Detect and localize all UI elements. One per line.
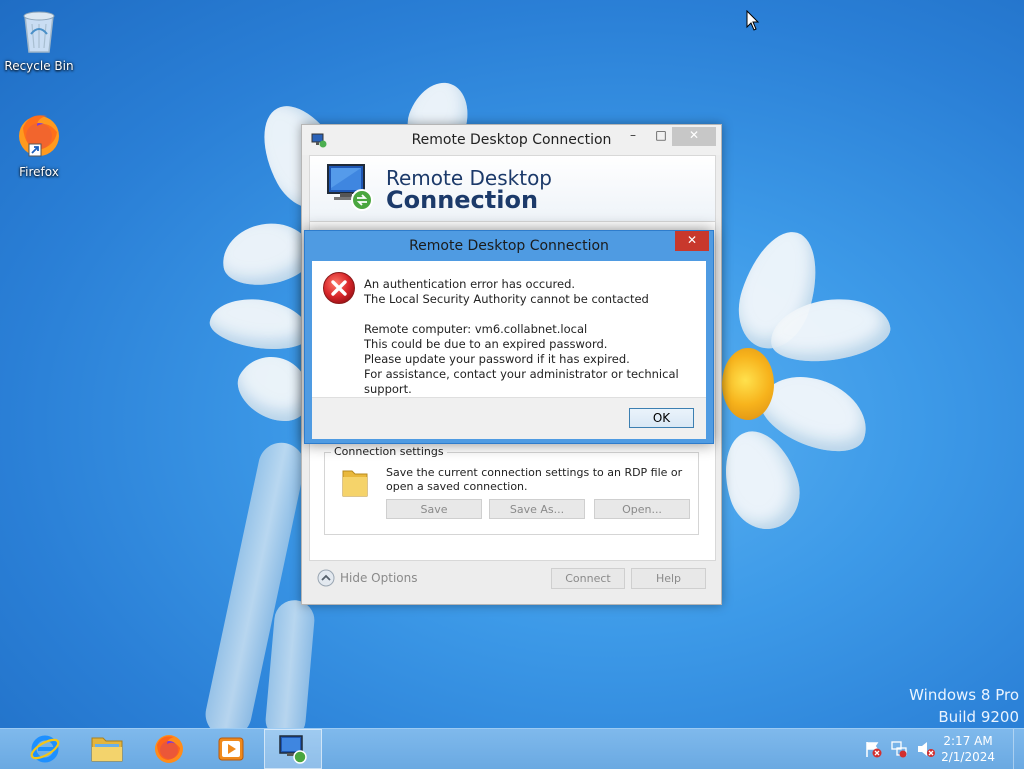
show-desktop-button[interactable] <box>1013 729 1024 769</box>
error-dialog-title: Remote Desktop Connection <box>409 238 609 254</box>
remote-desktop-logo-icon <box>327 164 373 211</box>
system-tray <box>864 729 936 769</box>
taskbar-clock[interactable]: 2:17 AM 2/1/2024 <box>941 733 995 765</box>
mouse-cursor-icon <box>746 10 760 31</box>
desktop-icon-recycle-bin[interactable]: Recycle Bin <box>0 6 78 73</box>
taskbar-media-player[interactable] <box>202 729 260 769</box>
error-line: An authentication error has occured. <box>364 277 576 291</box>
error-message: An authentication error has occured. The… <box>364 277 704 397</box>
save-as-button[interactable]: Save As... <box>489 499 585 519</box>
internet-explorer-icon <box>30 735 60 763</box>
error-icon <box>323 272 355 304</box>
error-line: The Local Security Authority cannot be c… <box>364 292 649 306</box>
error-dialog-body: An authentication error has occured. The… <box>312 261 706 439</box>
recycle-bin-icon <box>23 11 55 53</box>
taskbar-file-explorer[interactable] <box>78 729 136 769</box>
connect-button[interactable]: Connect <box>551 568 625 589</box>
rdc-banner-line2: Connection <box>386 186 539 214</box>
rdc-banner: Remote Desktop Connection <box>309 155 716 222</box>
close-button[interactable]: ✕ <box>672 127 716 146</box>
help-button[interactable]: Help <box>631 568 706 589</box>
taskbar-firefox[interactable] <box>140 729 198 769</box>
action-center-icon[interactable] <box>864 740 882 758</box>
rdc-bottom-row: Hide Options Connect Help <box>302 561 721 601</box>
taskbar-internet-explorer[interactable] <box>16 729 74 769</box>
folder-icon <box>91 737 123 762</box>
windows-watermark: Windows 8 Pro Build 9200 <box>909 684 1019 728</box>
maximize-button[interactable]: □ <box>648 127 674 146</box>
error-line <box>364 307 704 322</box>
volume-muted-icon[interactable] <box>916 740 936 758</box>
error-line: This could be due to an expired password… <box>364 337 608 351</box>
desktop-icon-label: Recycle Bin <box>4 59 74 73</box>
watermark-build: Build 9200 <box>938 708 1019 726</box>
connection-settings-description: Save the current connection settings to … <box>386 466 683 493</box>
minimize-button[interactable]: – <box>620 127 646 146</box>
error-dialog-footer: OK <box>312 397 706 439</box>
error-close-button[interactable]: ✕ <box>675 231 709 251</box>
chevron-up-icon[interactable] <box>317 569 335 587</box>
firefox-icon <box>19 115 59 157</box>
hide-options-link[interactable]: Hide Options <box>340 571 417 585</box>
error-line: For assistance, contact your administrat… <box>364 367 679 396</box>
firefox-icon <box>155 735 183 763</box>
media-player-icon <box>218 737 244 761</box>
error-line: Remote computer: vm6.collabnet.local <box>364 322 588 336</box>
connection-settings-legend: Connection settings <box>331 445 447 458</box>
rdc-main-titlebar[interactable]: Remote Desktop Connection – □ ✕ <box>302 125 721 155</box>
save-button[interactable]: Save <box>386 499 482 519</box>
error-dialog-titlebar[interactable]: Remote Desktop Connection ✕ <box>305 231 713 261</box>
remote-desktop-icon <box>279 735 307 764</box>
open-button[interactable]: Open... <box>594 499 690 519</box>
error-dialog: Remote Desktop Connection ✕ An authentic… <box>304 230 714 444</box>
clock-time: 2:17 AM <box>943 734 993 748</box>
desktop-icon-firefox[interactable]: Firefox <box>0 110 78 179</box>
folder-icon <box>342 470 368 497</box>
desktop-icon-label: Firefox <box>19 165 59 179</box>
taskbar-remote-desktop[interactable] <box>264 729 322 769</box>
error-line: Please update your password if it has ex… <box>364 352 630 366</box>
clock-date: 2/1/2024 <box>941 750 995 764</box>
ok-button[interactable]: OK <box>629 408 694 428</box>
network-icon[interactable] <box>890 740 908 758</box>
connection-settings-group: Connection settings Save the current con… <box>324 445 699 535</box>
watermark-edition: Windows 8 Pro <box>909 686 1019 704</box>
taskbar: 2:17 AM 2/1/2024 <box>0 728 1024 769</box>
